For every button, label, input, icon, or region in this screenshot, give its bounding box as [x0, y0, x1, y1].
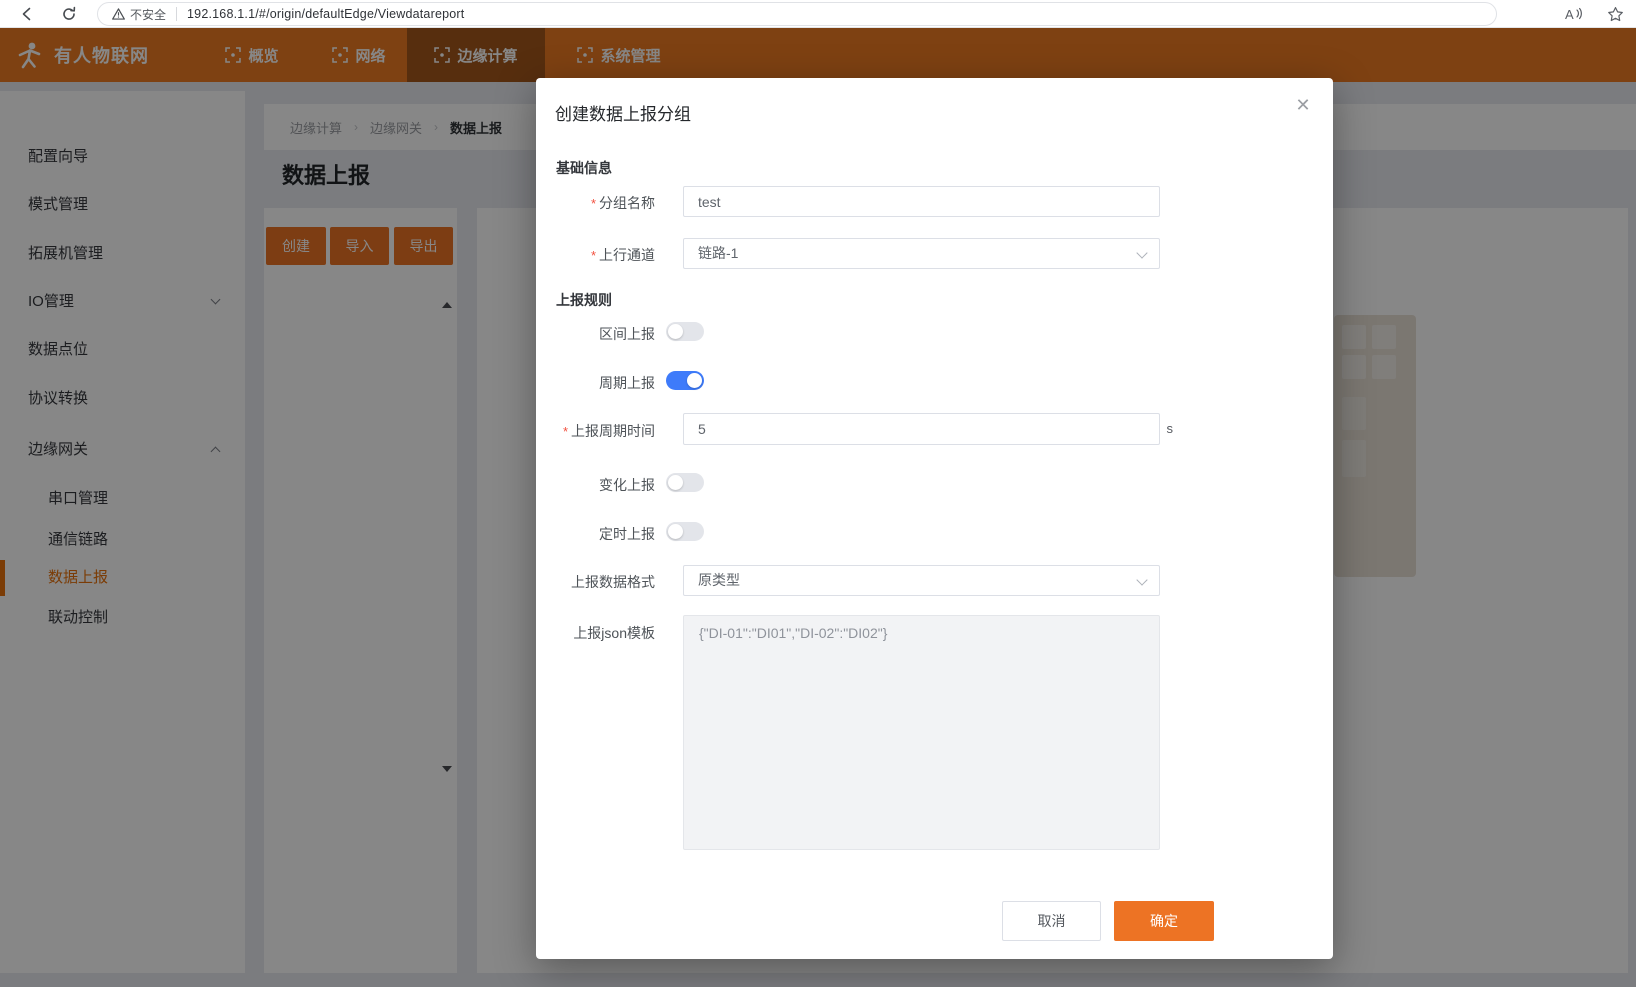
read-aloud-icon[interactable]: A: [1564, 3, 1584, 25]
chevron-down-icon: [1136, 574, 1147, 585]
timed-report-toggle[interactable]: [666, 522, 704, 541]
url-text: 192.168.1.1/#/origin/defaultEdge/Viewdat…: [187, 7, 464, 21]
site-security-badge[interactable]: 不安全: [112, 6, 166, 23]
security-label: 不安全: [130, 6, 166, 23]
data-format-label: 上报数据格式: [536, 572, 655, 592]
data-format-select[interactable]: 原类型: [683, 565, 1160, 596]
page-viewport: 有人物联网 概览 网络 边缘计算 系统管理 配置向导 模式管理 拓展: [0, 28, 1636, 987]
browser-refresh-icon[interactable]: [58, 3, 80, 25]
change-report-label: 变化上报: [536, 475, 655, 495]
report-period-unit: s: [1167, 421, 1174, 436]
uplink-channel-select[interactable]: 链路-1: [683, 238, 1160, 269]
browser-back-icon[interactable]: [16, 3, 38, 25]
screen: 不安全 192.168.1.1/#/origin/defaultEdge/Vie…: [0, 0, 1636, 987]
browser-toolbar: 不安全 192.168.1.1/#/origin/defaultEdge/Vie…: [0, 0, 1636, 28]
group-name-label: 分组名称: [536, 193, 655, 213]
confirm-button[interactable]: 确定: [1114, 901, 1214, 941]
json-template-textarea[interactable]: {"DI-01":"DI01","DI-02":"DI02"}: [683, 615, 1160, 850]
uplink-channel-value: 链路-1: [698, 239, 738, 268]
group-name-input[interactable]: [683, 186, 1160, 217]
create-report-group-dialog: 创建数据上报分组 ✕ 基础信息 分组名称 上行通道 链路-1 上报规则 区间上报…: [536, 78, 1333, 959]
interval-report-label: 区间上报: [536, 324, 655, 344]
data-format-value: 原类型: [698, 566, 740, 595]
periodic-report-toggle[interactable]: [666, 371, 704, 390]
dialog-title: 创建数据上报分组: [555, 100, 691, 125]
warning-icon: [112, 8, 125, 20]
interval-report-toggle[interactable]: [666, 322, 704, 341]
section-basic-info: 基础信息: [556, 158, 612, 178]
report-period-label: 上报周期时间: [536, 421, 655, 441]
json-template-label: 上报json模板: [536, 623, 655, 643]
change-report-toggle[interactable]: [666, 473, 704, 492]
report-period-input[interactable]: [683, 413, 1160, 445]
address-bar[interactable]: 不安全 192.168.1.1/#/origin/defaultEdge/Vie…: [97, 2, 1497, 26]
chevron-down-icon: [1136, 247, 1147, 258]
uplink-channel-label: 上行通道: [536, 245, 655, 265]
favorites-star-icon[interactable]: [1607, 3, 1624, 25]
svg-text:A: A: [1565, 7, 1574, 22]
cancel-button[interactable]: 取消: [1002, 901, 1101, 941]
section-report-rules: 上报规则: [556, 290, 612, 310]
timed-report-label: 定时上报: [536, 524, 655, 544]
periodic-report-label: 周期上报: [536, 373, 655, 393]
address-divider: [176, 7, 177, 21]
close-icon[interactable]: ✕: [1292, 94, 1314, 116]
